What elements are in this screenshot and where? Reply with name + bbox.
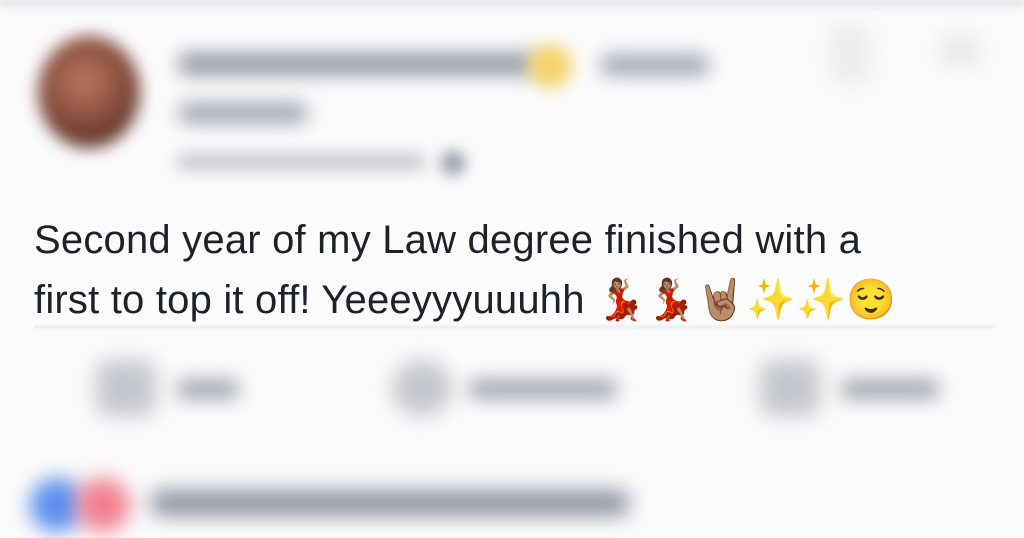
post-line-2: first to top it off! Yeeeyyyuuuhh 💃🏽💃🏽🤘🏽… — [34, 278, 897, 322]
globe-icon — [440, 150, 466, 176]
top-border — [0, 0, 1024, 10]
author-name-blurred[interactable] — [178, 52, 538, 76]
author-subtext-blurred — [178, 102, 308, 124]
comment-icon — [392, 360, 452, 416]
love-reaction-icon[interactable] — [76, 478, 130, 532]
comment-button[interactable] — [392, 352, 632, 422]
facebook-post-card: Second year of my Law degree finished wi… — [0, 0, 1024, 538]
like-icon — [96, 360, 156, 416]
more-options-icon[interactable] — [940, 36, 980, 66]
feeling-text-blurred — [600, 54, 710, 76]
share-label-blurred — [840, 378, 940, 400]
like-button[interactable] — [96, 352, 256, 422]
feeling-emoji-icon — [528, 44, 572, 88]
post-line-1: Second year of my Law degree finished wi… — [34, 218, 862, 262]
post-body: Second year of my Law degree finished wi… — [34, 210, 994, 330]
like-label-blurred — [176, 378, 240, 400]
share-icon — [760, 360, 820, 416]
bookmark-icon[interactable] — [830, 24, 870, 84]
comment-label-blurred — [468, 378, 618, 400]
author-avatar[interactable] — [38, 36, 140, 148]
share-button[interactable] — [760, 352, 950, 422]
post-timestamp-blurred[interactable] — [176, 154, 426, 170]
reactions-summary-blurred[interactable] — [150, 490, 630, 516]
divider — [34, 326, 994, 328]
